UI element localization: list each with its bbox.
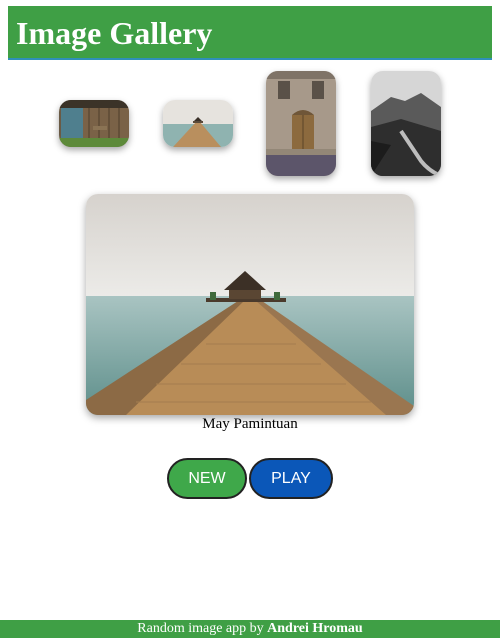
pier-image [163, 100, 233, 147]
footer: Random image app by Andrei Hromau [0, 620, 500, 638]
play-button[interactable]: PLAY [249, 458, 333, 499]
image-author-caption: May Pamintuan [202, 416, 298, 432]
thumbnail-building[interactable] [266, 71, 336, 176]
page-title: Image Gallery [16, 15, 213, 51]
pier-main-image [86, 194, 414, 415]
main-image [86, 194, 414, 415]
footer-text: Random image app by [137, 621, 268, 636]
app-header: Image Gallery [8, 6, 492, 60]
building-image [266, 71, 336, 176]
new-button[interactable]: NEW [167, 458, 247, 499]
thumbnail-cabin[interactable] [59, 100, 129, 147]
mountain-image [371, 71, 441, 176]
cabin-image [59, 100, 129, 147]
footer-author: Andrei Hromau [267, 621, 363, 636]
thumbnail-mountain[interactable] [371, 71, 441, 176]
thumbnail-pier[interactable] [163, 100, 233, 147]
